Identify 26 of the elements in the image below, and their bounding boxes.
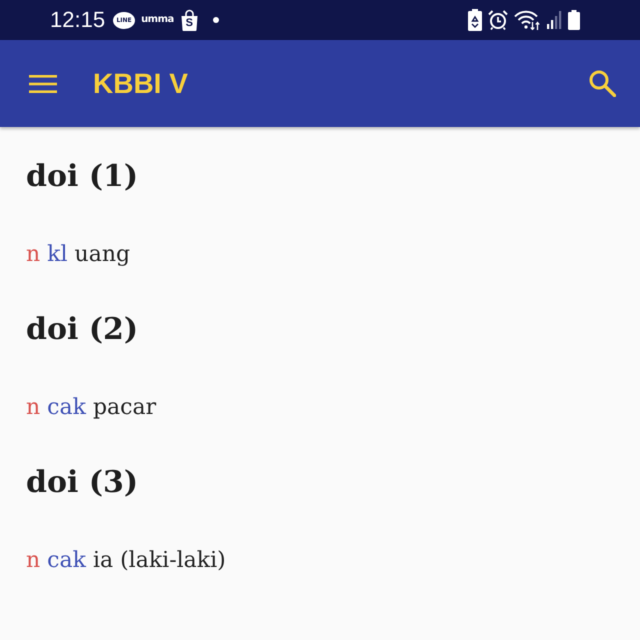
usage-label-abbreviation: kl	[47, 241, 68, 269]
alarm-clock-icon	[488, 10, 508, 30]
battery-saver-icon	[468, 9, 482, 31]
battery-icon	[568, 10, 580, 30]
notification-dot-icon	[212, 17, 219, 23]
usage-label-abbreviation: cak	[47, 547, 86, 575]
entry-headword: doi (3)	[26, 464, 138, 502]
search-icon	[589, 70, 616, 97]
definition-text: pacar	[92, 394, 156, 422]
app-wordmark: umma	[141, 14, 174, 26]
word-class-abbreviation: n	[26, 241, 40, 269]
definition-text: ia (laki-laki)	[92, 547, 226, 575]
wifi-icon	[514, 10, 541, 30]
word-class-abbreviation: n	[26, 547, 40, 575]
signal-bars-icon	[547, 11, 562, 29]
menu-icon	[29, 74, 57, 92]
search-button[interactable]	[589, 70, 616, 97]
entry-headword: doi (1)	[26, 158, 138, 196]
shopping-bag-logo: S	[180, 9, 199, 31]
entry-headword: doi (2)	[26, 311, 138, 349]
usage-label-abbreviation: cak	[47, 394, 86, 422]
word-class-abbreviation: n	[26, 394, 40, 422]
definition-text: uang	[74, 241, 130, 269]
menu-button[interactable]	[29, 74, 57, 92]
app-title: KBBI V	[93, 66, 188, 100]
clock-time: 12:15	[50, 7, 106, 33]
